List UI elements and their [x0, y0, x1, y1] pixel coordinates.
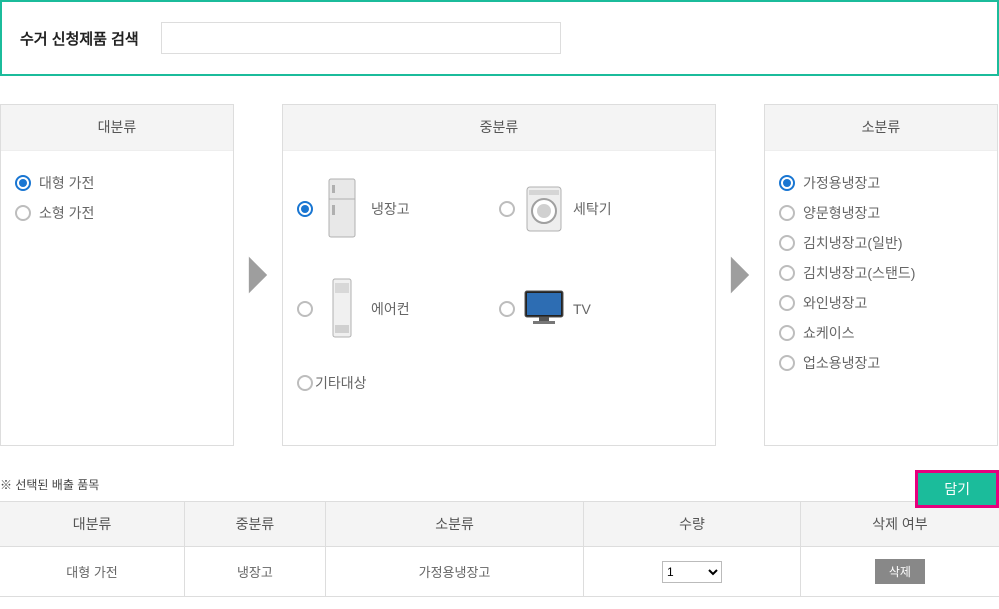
- minor-item-label: 김치냉장고(일반): [803, 233, 902, 253]
- minor-item-label: 와인냉장고: [803, 293, 867, 313]
- middle-item[interactable]: 에어컨: [297, 273, 499, 345]
- ac-icon: [317, 273, 367, 345]
- minor-item[interactable]: 업소용냉장고: [779, 353, 983, 373]
- radio-icon: [779, 265, 795, 281]
- minor-item-label: 가정용냉장고: [803, 173, 880, 193]
- radio-icon: [779, 235, 795, 251]
- add-button[interactable]: 담기: [915, 470, 999, 508]
- minor-body: 가정용냉장고양문형냉장고김치냉장고(일반) 김치냉장고(스탠드) 와인냉장고쇼케이스…: [765, 151, 997, 431]
- th-qty: 수량: [584, 502, 801, 547]
- major-header: 대분류: [1, 105, 233, 151]
- radio-icon: [499, 301, 515, 317]
- middle-item[interactable]: TV: [499, 273, 701, 345]
- middle-item-label: 기타대상: [315, 373, 367, 393]
- radio-icon: [779, 175, 795, 191]
- th-middle: 중분류: [185, 502, 326, 547]
- radio-icon: [297, 301, 313, 317]
- search-label: 수거 신청제품 검색: [20, 28, 139, 49]
- major-category-column: 대분류 대형 가전소형 가전: [0, 104, 234, 446]
- radio-icon: [15, 175, 31, 191]
- cell-minor: 가정용냉장고: [325, 547, 583, 597]
- radio-icon: [499, 201, 515, 217]
- arrow-icon: [716, 104, 764, 446]
- selected-area: ※ 선택된 배출 품목 담기 대분류 중분류 소분류 수량 삭제 여부 대형 가…: [0, 476, 999, 597]
- cell-major: 대형 가전: [0, 547, 185, 597]
- radio-icon: [779, 205, 795, 221]
- middle-item-label: TV: [573, 301, 591, 317]
- middle-item-label: 세탁기: [573, 199, 612, 219]
- arrow-icon: [234, 104, 282, 446]
- table-row: 대형 가전냉장고가정용냉장고 1 삭제: [0, 547, 999, 597]
- middle-item[interactable]: 기타대상: [297, 373, 499, 393]
- middle-body: 냉장고 세탁기에어컨 TV 기타대상: [283, 151, 715, 445]
- radio-icon: [297, 375, 313, 391]
- minor-item-label: 쇼케이스: [803, 323, 855, 343]
- fridge-icon: [317, 173, 367, 245]
- minor-item[interactable]: 가정용냉장고: [779, 173, 983, 193]
- major-item-label: 소형 가전: [39, 203, 94, 223]
- middle-item[interactable]: 냉장고: [297, 173, 499, 245]
- radio-icon: [15, 205, 31, 221]
- cell-middle: 냉장고: [185, 547, 326, 597]
- search-bar: 수거 신청제품 검색: [0, 0, 999, 76]
- categories-row: 대분류 대형 가전소형 가전 중분류 냉장고 세탁기에어컨 TV 기타대상 소분류 가…: [0, 104, 999, 446]
- minor-item-label: 양문형냉장고: [803, 203, 880, 223]
- washer-icon: [519, 173, 569, 245]
- major-item[interactable]: 소형 가전: [15, 203, 219, 223]
- th-del: 삭제 여부: [800, 502, 999, 547]
- minor-item[interactable]: 쇼케이스: [779, 323, 983, 343]
- minor-item[interactable]: 양문형냉장고: [779, 203, 983, 223]
- radio-icon: [779, 355, 795, 371]
- radio-icon: [297, 201, 313, 217]
- th-major: 대분류: [0, 502, 185, 547]
- major-body: 대형 가전소형 가전: [1, 151, 233, 431]
- tv-icon: [519, 273, 569, 345]
- th-minor: 소분류: [325, 502, 583, 547]
- minor-item-label: 김치냉장고(스탠드): [803, 263, 915, 283]
- minor-header: 소분류: [765, 105, 997, 151]
- major-item[interactable]: 대형 가전: [15, 173, 219, 193]
- middle-item-label: 냉장고: [371, 199, 410, 219]
- minor-item[interactable]: 김치냉장고(스탠드): [779, 263, 983, 283]
- minor-item[interactable]: 김치냉장고(일반): [779, 233, 983, 253]
- minor-category-column: 소분류 가정용냉장고양문형냉장고김치냉장고(일반) 김치냉장고(스탠드) 와인냉장고…: [764, 104, 998, 446]
- minor-item[interactable]: 와인냉장고: [779, 293, 983, 313]
- radio-icon: [779, 325, 795, 341]
- cell-qty: 1: [584, 547, 801, 597]
- search-input[interactable]: [161, 22, 561, 54]
- middle-category-column: 중분류 냉장고 세탁기에어컨 TV 기타대상: [282, 104, 716, 446]
- middle-header: 중분류: [283, 105, 715, 151]
- selected-table: 대분류 중분류 소분류 수량 삭제 여부 대형 가전냉장고가정용냉장고 1 삭제: [0, 501, 999, 597]
- cell-del: 삭제: [800, 547, 999, 597]
- selected-note: ※ 선택된 배출 품목: [0, 476, 999, 493]
- radio-icon: [779, 295, 795, 311]
- delete-button[interactable]: 삭제: [875, 559, 925, 584]
- major-item-label: 대형 가전: [39, 173, 94, 193]
- quantity-select[interactable]: 1: [662, 561, 722, 583]
- middle-item[interactable]: 세탁기: [499, 173, 701, 245]
- middle-item-label: 에어컨: [371, 299, 410, 319]
- minor-item-label: 업소용냉장고: [803, 353, 880, 373]
